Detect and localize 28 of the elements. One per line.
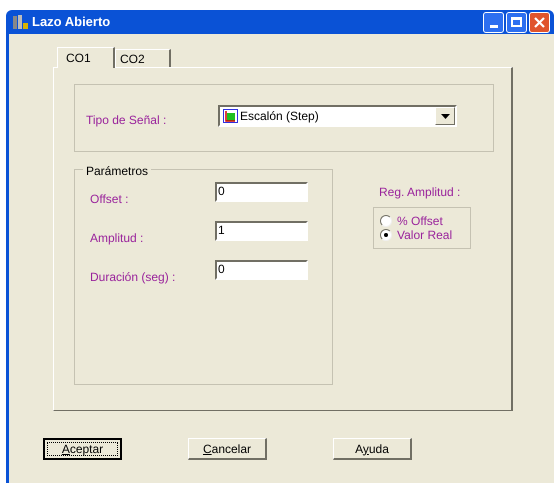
tab[interactable]: CO2 (115, 49, 171, 67)
input-field[interactable]: 0 (215, 182, 308, 202)
window-title: Lazo Abierto (32, 13, 110, 32)
dropdown-arrow-button[interactable] (435, 107, 455, 125)
caret-icon (440, 114, 450, 118)
tab[interactable]: CO1 (57, 47, 115, 68)
input-field[interactable]: 1 (215, 221, 308, 241)
field-label: Tipo de Señal : (86, 112, 168, 129)
signal-type-dropdown[interactable]: Escalón (Step) (218, 105, 457, 127)
radio-label: Valor Real (397, 227, 452, 244)
close-icon (534, 16, 545, 28)
field-label: Amplitud : (90, 230, 144, 247)
minimize-button[interactable] (483, 12, 504, 32)
radio-label: % Offset (397, 213, 443, 230)
dialog-button[interactable]: Cancelar (188, 438, 267, 460)
input-field[interactable]: 0 (215, 260, 308, 280)
app-icon (12, 15, 28, 29)
radio-button[interactable] (380, 229, 392, 241)
field-label: Reg. Amplitud : (379, 184, 462, 201)
close-button[interactable] (529, 12, 550, 32)
field-label: Offset : (90, 191, 130, 208)
maximize-button[interactable] (506, 12, 527, 32)
radio-button[interactable] (380, 215, 392, 227)
field-label: Duración (seg) : (90, 269, 176, 286)
dialog-button[interactable]: Ayuda (333, 438, 412, 460)
dropdown-value: Escalón (Step) (240, 108, 319, 125)
dialog-button[interactable]: Aceptar (43, 438, 122, 460)
step-chart-icon (223, 109, 238, 123)
